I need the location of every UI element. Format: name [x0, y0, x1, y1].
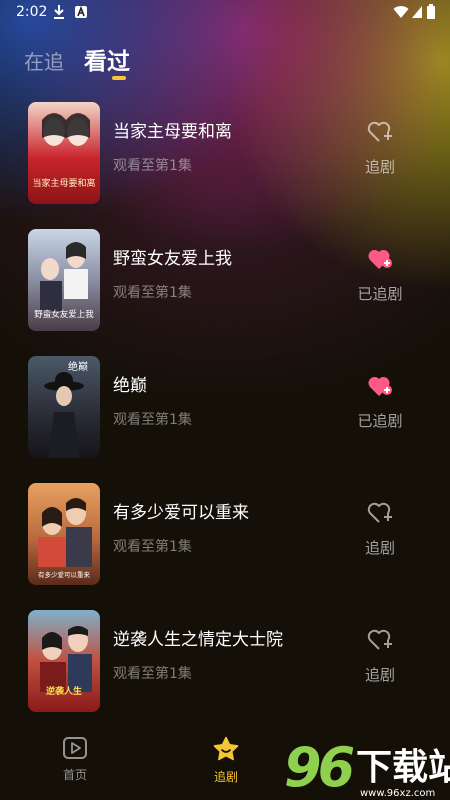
- heart-plus-outline-icon: [367, 629, 392, 650]
- drama-poster[interactable]: 当家主母要和离: [28, 102, 100, 204]
- nav-home[interactable]: 首页: [35, 736, 115, 783]
- watch-progress: 观看至第1集: [113, 158, 192, 174]
- nav-home-label: 首页: [62, 768, 87, 782]
- download-icon: [54, 5, 64, 19]
- poster-title-text: 有多少爱可以重来: [38, 570, 91, 579]
- list-item[interactable]: 有多少爱可以重来 有多少爱可以重来 观看至第1集 追剧: [0, 481, 450, 585]
- poster-title-text: 绝巅: [68, 360, 88, 373]
- heart-plus-filled-icon: [368, 249, 392, 269]
- tab-watched[interactable]: 看过: [84, 42, 130, 76]
- watermark-url: www.96xz.com: [360, 788, 436, 799]
- followed-label: 已追剧: [357, 412, 403, 430]
- drama-title[interactable]: 逆袭人生之情定大士院: [113, 625, 283, 650]
- drama-title[interactable]: 野蛮女友爱上我: [113, 244, 232, 269]
- follow-button[interactable]: 已追剧: [340, 374, 420, 444]
- nav-following[interactable]: 追剧: [186, 736, 266, 785]
- heart-plus-outline-icon: [367, 121, 392, 142]
- drama-poster[interactable]: 有多少爱可以重来: [28, 483, 100, 585]
- list-item[interactable]: 逆袭人生 逆袭人生之情定大士院 观看至第1集 追剧: [0, 608, 450, 712]
- list-item[interactable]: 野蛮女友爱上我 野蛮女友爱上我 观看至第1集 已追剧: [0, 227, 450, 331]
- follow-button[interactable]: 追剧: [340, 628, 420, 698]
- heart-plus-filled-icon: [368, 376, 392, 396]
- play-square-icon: [63, 737, 87, 759]
- follow-label: 追剧: [364, 539, 395, 557]
- follow-button[interactable]: 已追剧: [340, 247, 420, 317]
- poster-title-text: 逆袭人生: [46, 685, 82, 697]
- followed-label: 已追剧: [357, 285, 403, 303]
- watch-progress: 观看至第1集: [113, 666, 192, 682]
- star-icon: [213, 736, 239, 761]
- poster-title-text: 野蛮女友爱上我: [34, 309, 94, 320]
- status-bar: 2:02: [0, 0, 450, 26]
- drama-poster[interactable]: 野蛮女友爱上我: [28, 229, 100, 331]
- nav-following-label: 追剧: [213, 770, 238, 784]
- watermark-text: 下载站: [356, 747, 450, 788]
- drama-title[interactable]: 当家主母要和离: [113, 117, 232, 142]
- list-item[interactable]: 绝巅 绝巅 观看至第1集 已追剧: [0, 354, 450, 458]
- follow-label: 追剧: [364, 158, 395, 176]
- follow-label: 追剧: [364, 666, 395, 684]
- tab-following[interactable]: 在追: [24, 46, 64, 75]
- signal-icon: [412, 6, 422, 18]
- status-time: 2:02: [16, 4, 48, 20]
- wifi-icon: [393, 6, 409, 18]
- watermark-number: 96: [284, 736, 355, 799]
- follow-button[interactable]: 追剧: [340, 120, 420, 190]
- drama-poster[interactable]: 逆袭人生: [28, 610, 100, 712]
- drama-poster[interactable]: 绝巅: [28, 356, 100, 458]
- watch-progress: 观看至第1集: [113, 539, 192, 555]
- battery-icon: [427, 4, 435, 19]
- watch-progress: 观看至第1集: [113, 285, 192, 301]
- tab-active-indicator: [112, 76, 126, 80]
- watch-progress: 观看至第1集: [113, 412, 192, 428]
- drama-title[interactable]: 绝巅: [113, 371, 147, 396]
- heart-plus-outline-icon: [367, 502, 392, 523]
- drama-title[interactable]: 有多少爱可以重来: [113, 498, 249, 523]
- follow-button[interactable]: 追剧: [340, 501, 420, 571]
- poster-title-text: 当家主母要和离: [32, 177, 95, 189]
- site-watermark: 96 下载站 www.96xz.com: [284, 738, 450, 800]
- a-app-icon: [75, 5, 87, 18]
- list-item[interactable]: 当家主母要和离 当家主母要和离 观看至第1集 追剧: [0, 100, 450, 204]
